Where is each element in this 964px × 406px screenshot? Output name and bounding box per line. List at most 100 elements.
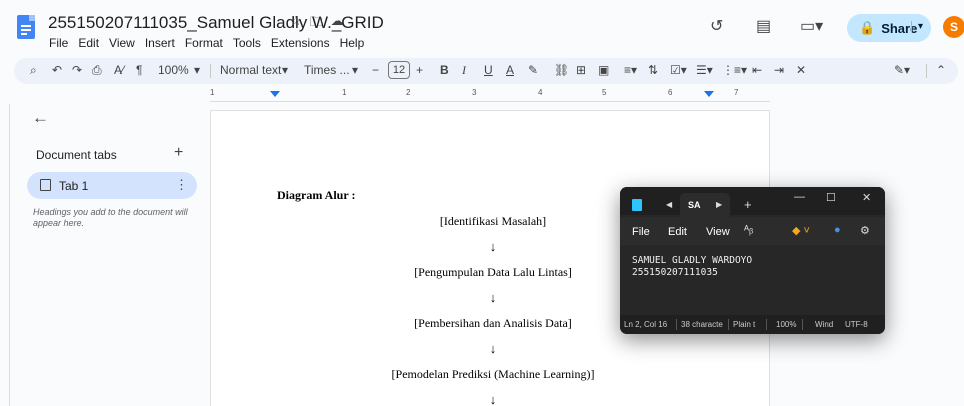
maximize-icon[interactable]: ☐ [826,191,836,204]
sidebar-item-tab-1[interactable]: Tab 1 ⋮ [27,172,197,199]
status-divider [802,319,803,330]
minimize-icon[interactable]: — [794,191,805,203]
menu-extensions[interactable]: Extensions [270,36,331,50]
close-icon[interactable]: ✕ [862,191,871,204]
insert-image-icon[interactable]: ▣ [598,63,609,77]
zoom-select[interactable]: 100% [158,63,189,77]
new-tab-icon[interactable]: + [744,197,752,212]
increase-indent-icon[interactable]: ⇥ [774,63,784,77]
zoom-level[interactable]: 100% [776,320,796,329]
avatar[interactable]: S [943,16,964,38]
increase-font-icon[interactable]: + [416,63,423,77]
notepad-menubar: File Edit View ᴬᵦ ◆ ˅ ● ⚙ [620,217,885,245]
notepad-menu-view[interactable]: View [706,226,730,238]
notepad-statusbar: Ln 2, Col 16 38 characte Plain t 100% Wi… [620,315,885,334]
decrease-indent-icon[interactable]: ⇤ [752,63,762,77]
search-menus-icon[interactable]: ⌕ [30,63,37,78]
chevron-down-icon[interactable]: ▾ [910,21,923,32]
ruler-label: 2 [406,88,411,97]
underline-button[interactable]: U [484,63,493,77]
star-icon[interactable]: ☆ [290,13,302,35]
notepad-window: ◀ SA ▶ + — ☐ ✕ File Edit View ᴬᵦ ◆ ˅ ● ⚙… [620,187,885,334]
comments-icon[interactable]: ▤ [756,16,771,36]
line-ending: Wind [815,320,834,329]
redo-icon[interactable]: ↷ [72,63,82,77]
font-family-select[interactable]: Times ... [304,63,350,77]
bulleted-list-icon[interactable]: ☰▾ [696,63,713,77]
share-button[interactable]: 🔒 Share ▾ [847,14,931,42]
tab-scroll-left-icon[interactable]: ◀ [666,200,672,209]
docs-logo-icon[interactable] [17,15,35,39]
tab-scroll-right-icon[interactable]: ▶ [716,200,722,209]
ruler-label: 1 [210,88,215,97]
checklist-icon[interactable]: ☑▾ [670,63,687,77]
notepad-menu-edit[interactable]: Edit [668,226,687,238]
font-chevron-icon[interactable]: ▾ [352,63,358,77]
formatting-toolbar: ⌕ ↶ ↷ ⎙ A⁄ ¶ 100% ▾ Normal text ▾ Times … [14,58,958,84]
more-options-icon[interactable]: ⋮ [175,177,188,193]
line-spacing-icon[interactable]: ⇅ [648,63,658,77]
menu-file[interactable]: File [48,36,69,50]
ruler-label: 6 [668,88,673,97]
decrease-font-icon[interactable]: − [372,63,379,77]
header-right-tools: ↺ ▤ ▭▾ 🔒 Share ▾ S [700,10,964,44]
text-line: SAMUEL GLADLY WARDOYO [632,255,753,266]
cloud-saved-icon[interactable]: ☁ [331,13,344,35]
back-arrow-icon[interactable]: ← [32,108,49,128]
right-indent-marker[interactable] [704,91,714,97]
clear-formatting-icon[interactable]: ✕ [796,63,806,77]
notepad-app-icon [632,199,642,211]
menu-view[interactable]: View [108,36,136,50]
menu-format[interactable]: Format [184,36,224,50]
menu-tools[interactable]: Tools [232,36,262,50]
paint-format-icon[interactable]: ¶ [136,63,142,77]
text-format-icon[interactable]: ᴬᵦ [744,224,753,236]
notepad-text-area[interactable]: SAMUEL GLADLY WARDOYO 255150207111035 [620,245,885,315]
status-divider [766,319,767,330]
editing-mode-icon[interactable]: ✎▾ [894,63,910,77]
toolbar-divider [210,64,211,78]
highlight-icon[interactable]: ✎ [528,63,538,77]
settings-gear-icon[interactable]: ⚙ [860,224,870,237]
ruler-label: 3 [472,88,477,97]
meet-icon[interactable]: ▭▾ [800,16,823,36]
menu-edit[interactable]: Edit [77,36,100,50]
zoom-chevron-icon[interactable]: ▾ [194,63,200,77]
status-divider [728,319,729,330]
move-to-folder-icon[interactable]: 🗀 [310,13,323,35]
cursor-position: Ln 2, Col 16 [624,320,668,329]
notepad-titlebar[interactable]: ◀ SA ▶ + — ☐ ✕ [620,187,885,217]
bold-button[interactable]: B [440,63,449,77]
document-tab-icon [40,179,51,191]
menu-insert[interactable]: Insert [144,36,176,50]
version-history-icon[interactable]: ↺ [710,16,723,36]
numbered-list-icon[interactable]: ⋮≡▾ [722,63,747,77]
italic-button[interactable]: I [462,63,466,78]
copilot-icon[interactable]: ◆ ˅ [792,224,810,237]
paragraph-style-select[interactable]: Normal text [220,63,281,77]
vertical-ruler[interactable] [0,104,10,406]
document-tabs-heading: Document tabs [36,148,117,162]
ruler-label: 5 [602,88,607,97]
character-count: 38 characte [681,320,723,329]
ruler-label: 1 [342,88,347,97]
text-color-button[interactable]: A [506,63,514,77]
font-size-input[interactable]: 12 [388,61,410,79]
undo-icon[interactable]: ↶ [52,63,62,77]
flow-diagram-title: Diagram Alur : [277,188,356,202]
insert-link-icon[interactable]: ⛓ [554,63,569,77]
notepad-menu-file[interactable]: File [632,226,650,238]
collapse-menus-icon[interactable]: ⌃ [936,63,946,77]
left-indent-marker[interactable] [270,91,280,97]
horizontal-ruler[interactable]: 1 1 2 3 4 5 6 7 [210,88,770,102]
account-icon[interactable]: ● [834,224,841,236]
style-chevron-icon[interactable]: ▾ [282,63,288,77]
add-comment-icon[interactable]: ⊞ [576,63,586,77]
align-icon[interactable]: ≡▾ [624,63,637,77]
add-tab-icon[interactable]: + [174,144,183,162]
print-icon[interactable]: ⎙ [92,63,102,78]
spellcheck-icon[interactable]: A⁄ [114,63,124,77]
notepad-tab-title: SA [688,200,701,210]
menu-bar: File Edit View Insert Format Tools Exten… [48,36,365,50]
menu-help[interactable]: Help [339,36,366,50]
